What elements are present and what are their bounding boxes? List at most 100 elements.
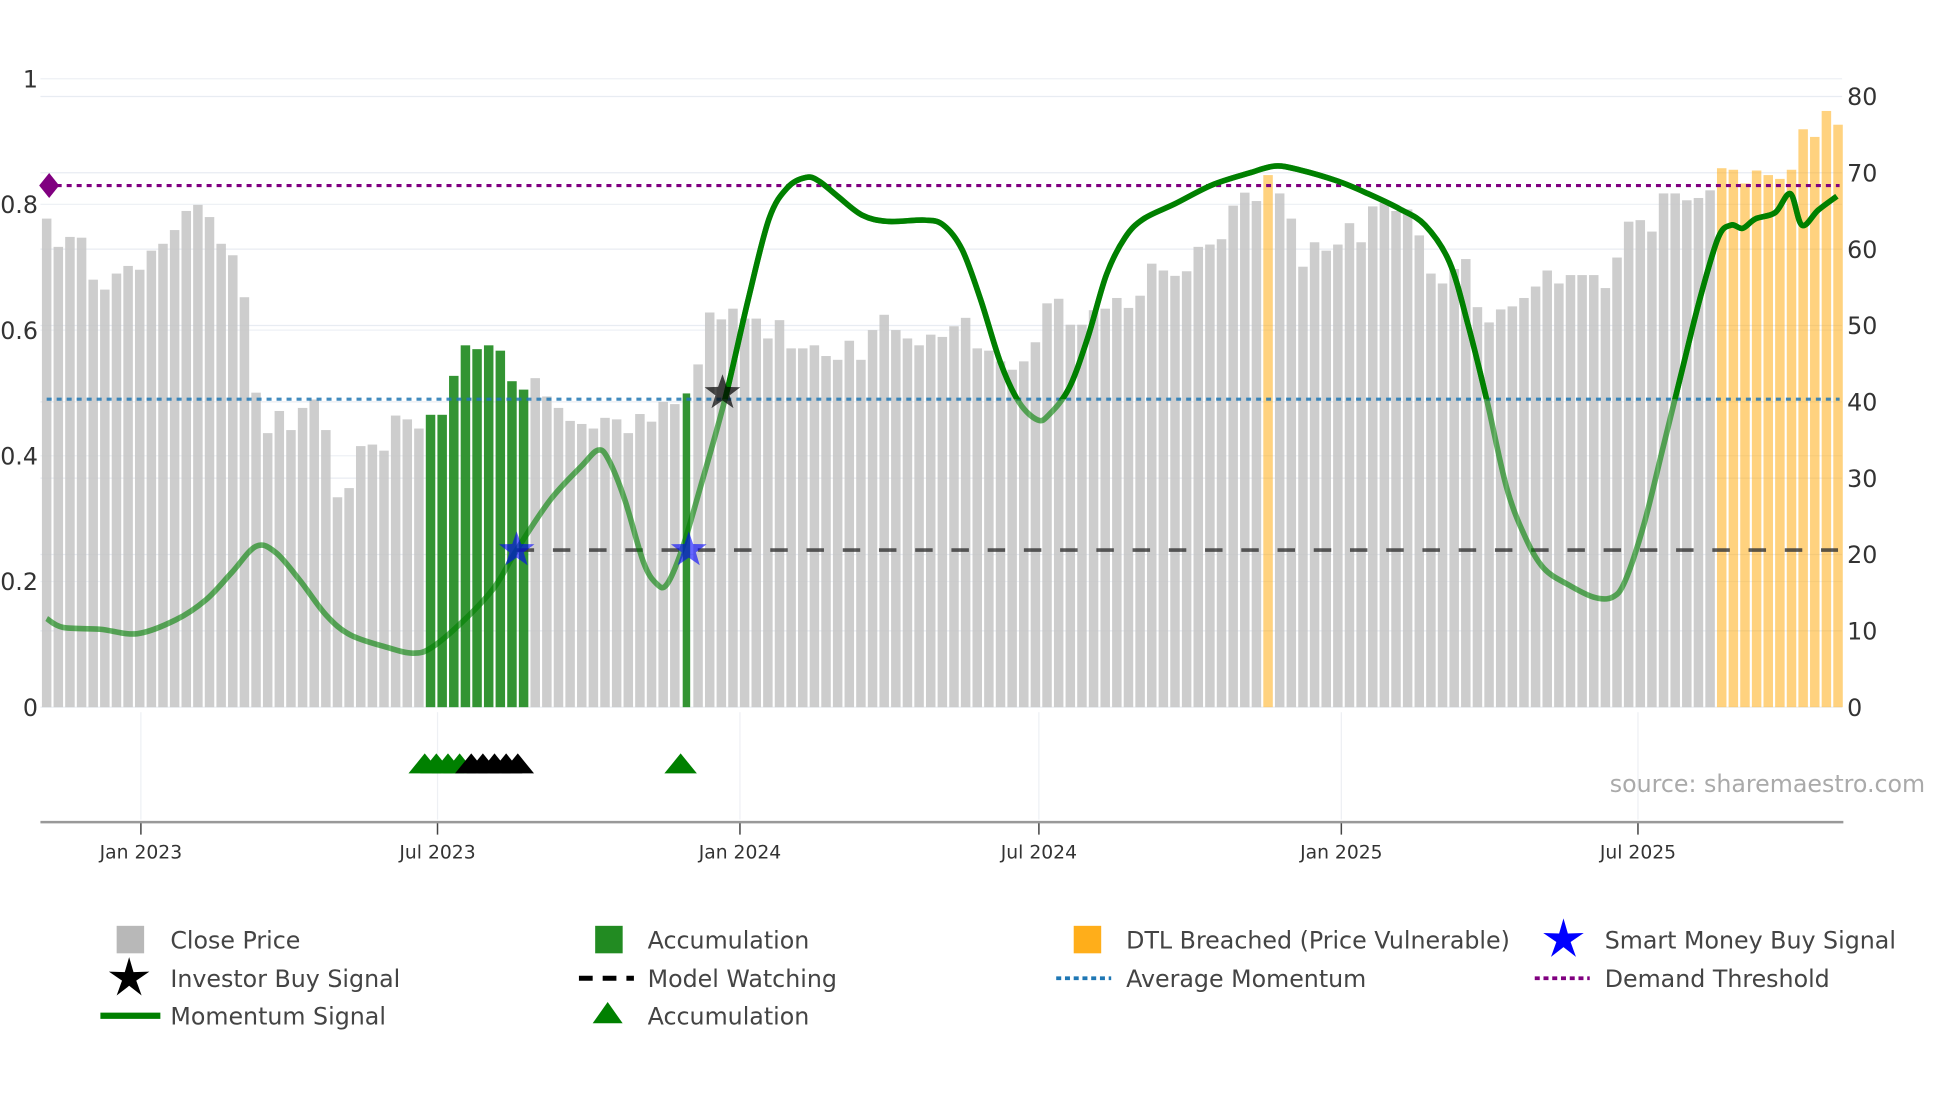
close-price-bar (984, 350, 994, 708)
legend-item-average-momentum[interactable]: Average Momentum (1056, 965, 1366, 993)
legend-item-demand-threshold[interactable]: Demand Threshold (1534, 965, 1830, 993)
close-price-bar (1146, 263, 1157, 708)
legend-item-smart-money[interactable]: Smart Money Buy Signal (1543, 918, 1896, 957)
legend-label: Accumulation (648, 1003, 810, 1031)
close-price-bar (856, 359, 866, 708)
x-axis-tick-label: Jul 2025 (1599, 842, 1676, 863)
close-price-bar (1042, 303, 1052, 708)
close-price-bar (693, 364, 703, 708)
legend-label: Model Watching (648, 965, 837, 993)
accumulation-bar (437, 414, 447, 708)
close-price-bar (1321, 250, 1331, 708)
right-axis-tick-label: 60 (1847, 236, 1877, 264)
close-price-bar (530, 378, 540, 708)
close-price-bar (1274, 193, 1285, 708)
right-axis-tick-label: 50 (1847, 312, 1877, 340)
close-price-bar (1635, 220, 1646, 708)
close-price-bar (65, 236, 75, 708)
dtl-breached-bar (1728, 169, 1739, 708)
x-axis-tick-label: Jul 2024 (1000, 842, 1077, 863)
source-note: source: sharemaestro.com (1610, 770, 1925, 798)
legend-item-accumulation-triangle[interactable]: Accumulation (592, 1002, 810, 1031)
legend-label: Accumulation (648, 926, 810, 954)
close-price-bar (390, 415, 401, 708)
legend-item-momentum-signal[interactable]: Momentum Signal (100, 1003, 386, 1031)
close-price-bar (1530, 286, 1541, 708)
close-price-bar (1682, 200, 1692, 708)
close-price-bar (204, 217, 215, 708)
x-axis-tick-label: Jul 2023 (398, 842, 475, 863)
close-price-bar (1135, 295, 1145, 708)
close-price-bar (88, 279, 98, 708)
close-price-bar (1495, 309, 1506, 708)
legend-label: DTL Breached (Price Vulnerable) (1126, 926, 1510, 954)
demand-threshold-diamond-icon (39, 173, 60, 199)
dtl-breached-bar (1751, 170, 1762, 708)
close-price-bar (53, 246, 64, 708)
close-price-bar (949, 326, 959, 708)
close-price-bar (1554, 283, 1564, 708)
close-price-bar (355, 446, 366, 708)
close-price-bar (1542, 270, 1552, 708)
close-price-bar (1309, 242, 1320, 708)
close-price-bar (134, 269, 145, 708)
close-price-bar (821, 356, 831, 708)
legend-item-model-watching[interactable]: Model Watching (578, 965, 837, 993)
black-star-icon (108, 957, 150, 996)
close-price-bar (1100, 308, 1110, 708)
legend-item-accumulation-bar[interactable]: Accumulation (595, 925, 810, 954)
close-price-bar (798, 348, 808, 708)
right-axis-tick-label: 40 (1847, 389, 1877, 417)
legend-label: Close Price (170, 926, 300, 954)
close-price-bar (704, 312, 715, 708)
close-price-bar (1030, 342, 1041, 708)
dtl-breached-bar (1763, 175, 1773, 708)
left-axis-tick-label: 0.8 (0, 191, 38, 219)
gray-square-icon (116, 925, 145, 954)
close-price-bar (1298, 266, 1308, 708)
lower-panel: Jan 2023 Jul 2023 Jan 2024 Jul 2024 Jan 2025… (40, 712, 1844, 863)
close-price-bar (1623, 221, 1634, 708)
accumulation-bar (472, 349, 482, 708)
right-axis-tick-label: 80 (1847, 83, 1877, 111)
close-price-bar (1367, 206, 1378, 708)
legend-label: Average Momentum (1126, 965, 1366, 993)
close-price-bar (1112, 297, 1122, 708)
legend-label: Smart Money Buy Signal (1605, 926, 1896, 954)
accumulation-bar (425, 414, 436, 708)
close-price-bar (844, 340, 855, 708)
close-price-bar (1216, 239, 1227, 708)
close-price-bar (1426, 273, 1436, 708)
close-price-bar (169, 230, 180, 708)
price-bars (41, 110, 1843, 708)
close-price-bar (972, 348, 982, 708)
close-price-bar (902, 338, 913, 708)
close-price-bar (1088, 310, 1099, 708)
close-price-bar (658, 401, 668, 708)
accumulation-bar (449, 375, 459, 708)
close-price-bar (786, 348, 796, 708)
right-axis-tick-label: 20 (1847, 541, 1877, 569)
legend-item-investor-buy[interactable]: Investor Buy Signal (108, 957, 400, 996)
close-price-bar (262, 433, 273, 708)
close-price-bar (100, 289, 110, 708)
close-price-bar (1181, 271, 1192, 708)
close-price-bar (1356, 242, 1366, 708)
close-price-bar (553, 407, 564, 708)
close-price-bar (646, 421, 657, 708)
close-price-bar (1123, 307, 1134, 708)
left-axis-tick-label: 0.4 (0, 443, 38, 471)
left-axis-tick-label: 0 (23, 694, 38, 722)
close-price-bar (414, 428, 424, 708)
close-price-bar (1437, 283, 1448, 708)
close-price-bar (1693, 197, 1704, 708)
close-price-bar (1344, 223, 1355, 708)
left-axis-tick-label: 0.6 (0, 317, 38, 345)
legend-item-close-price[interactable]: Close Price (116, 925, 301, 954)
close-price-bar (379, 450, 389, 708)
legend-item-dtl-breached[interactable]: DTL Breached (Price Vulnerable) (1073, 925, 1510, 954)
close-price-bar (879, 314, 889, 708)
close-price-bar (332, 497, 343, 708)
close-price-bar (832, 359, 843, 708)
close-price-bar (1170, 275, 1180, 708)
